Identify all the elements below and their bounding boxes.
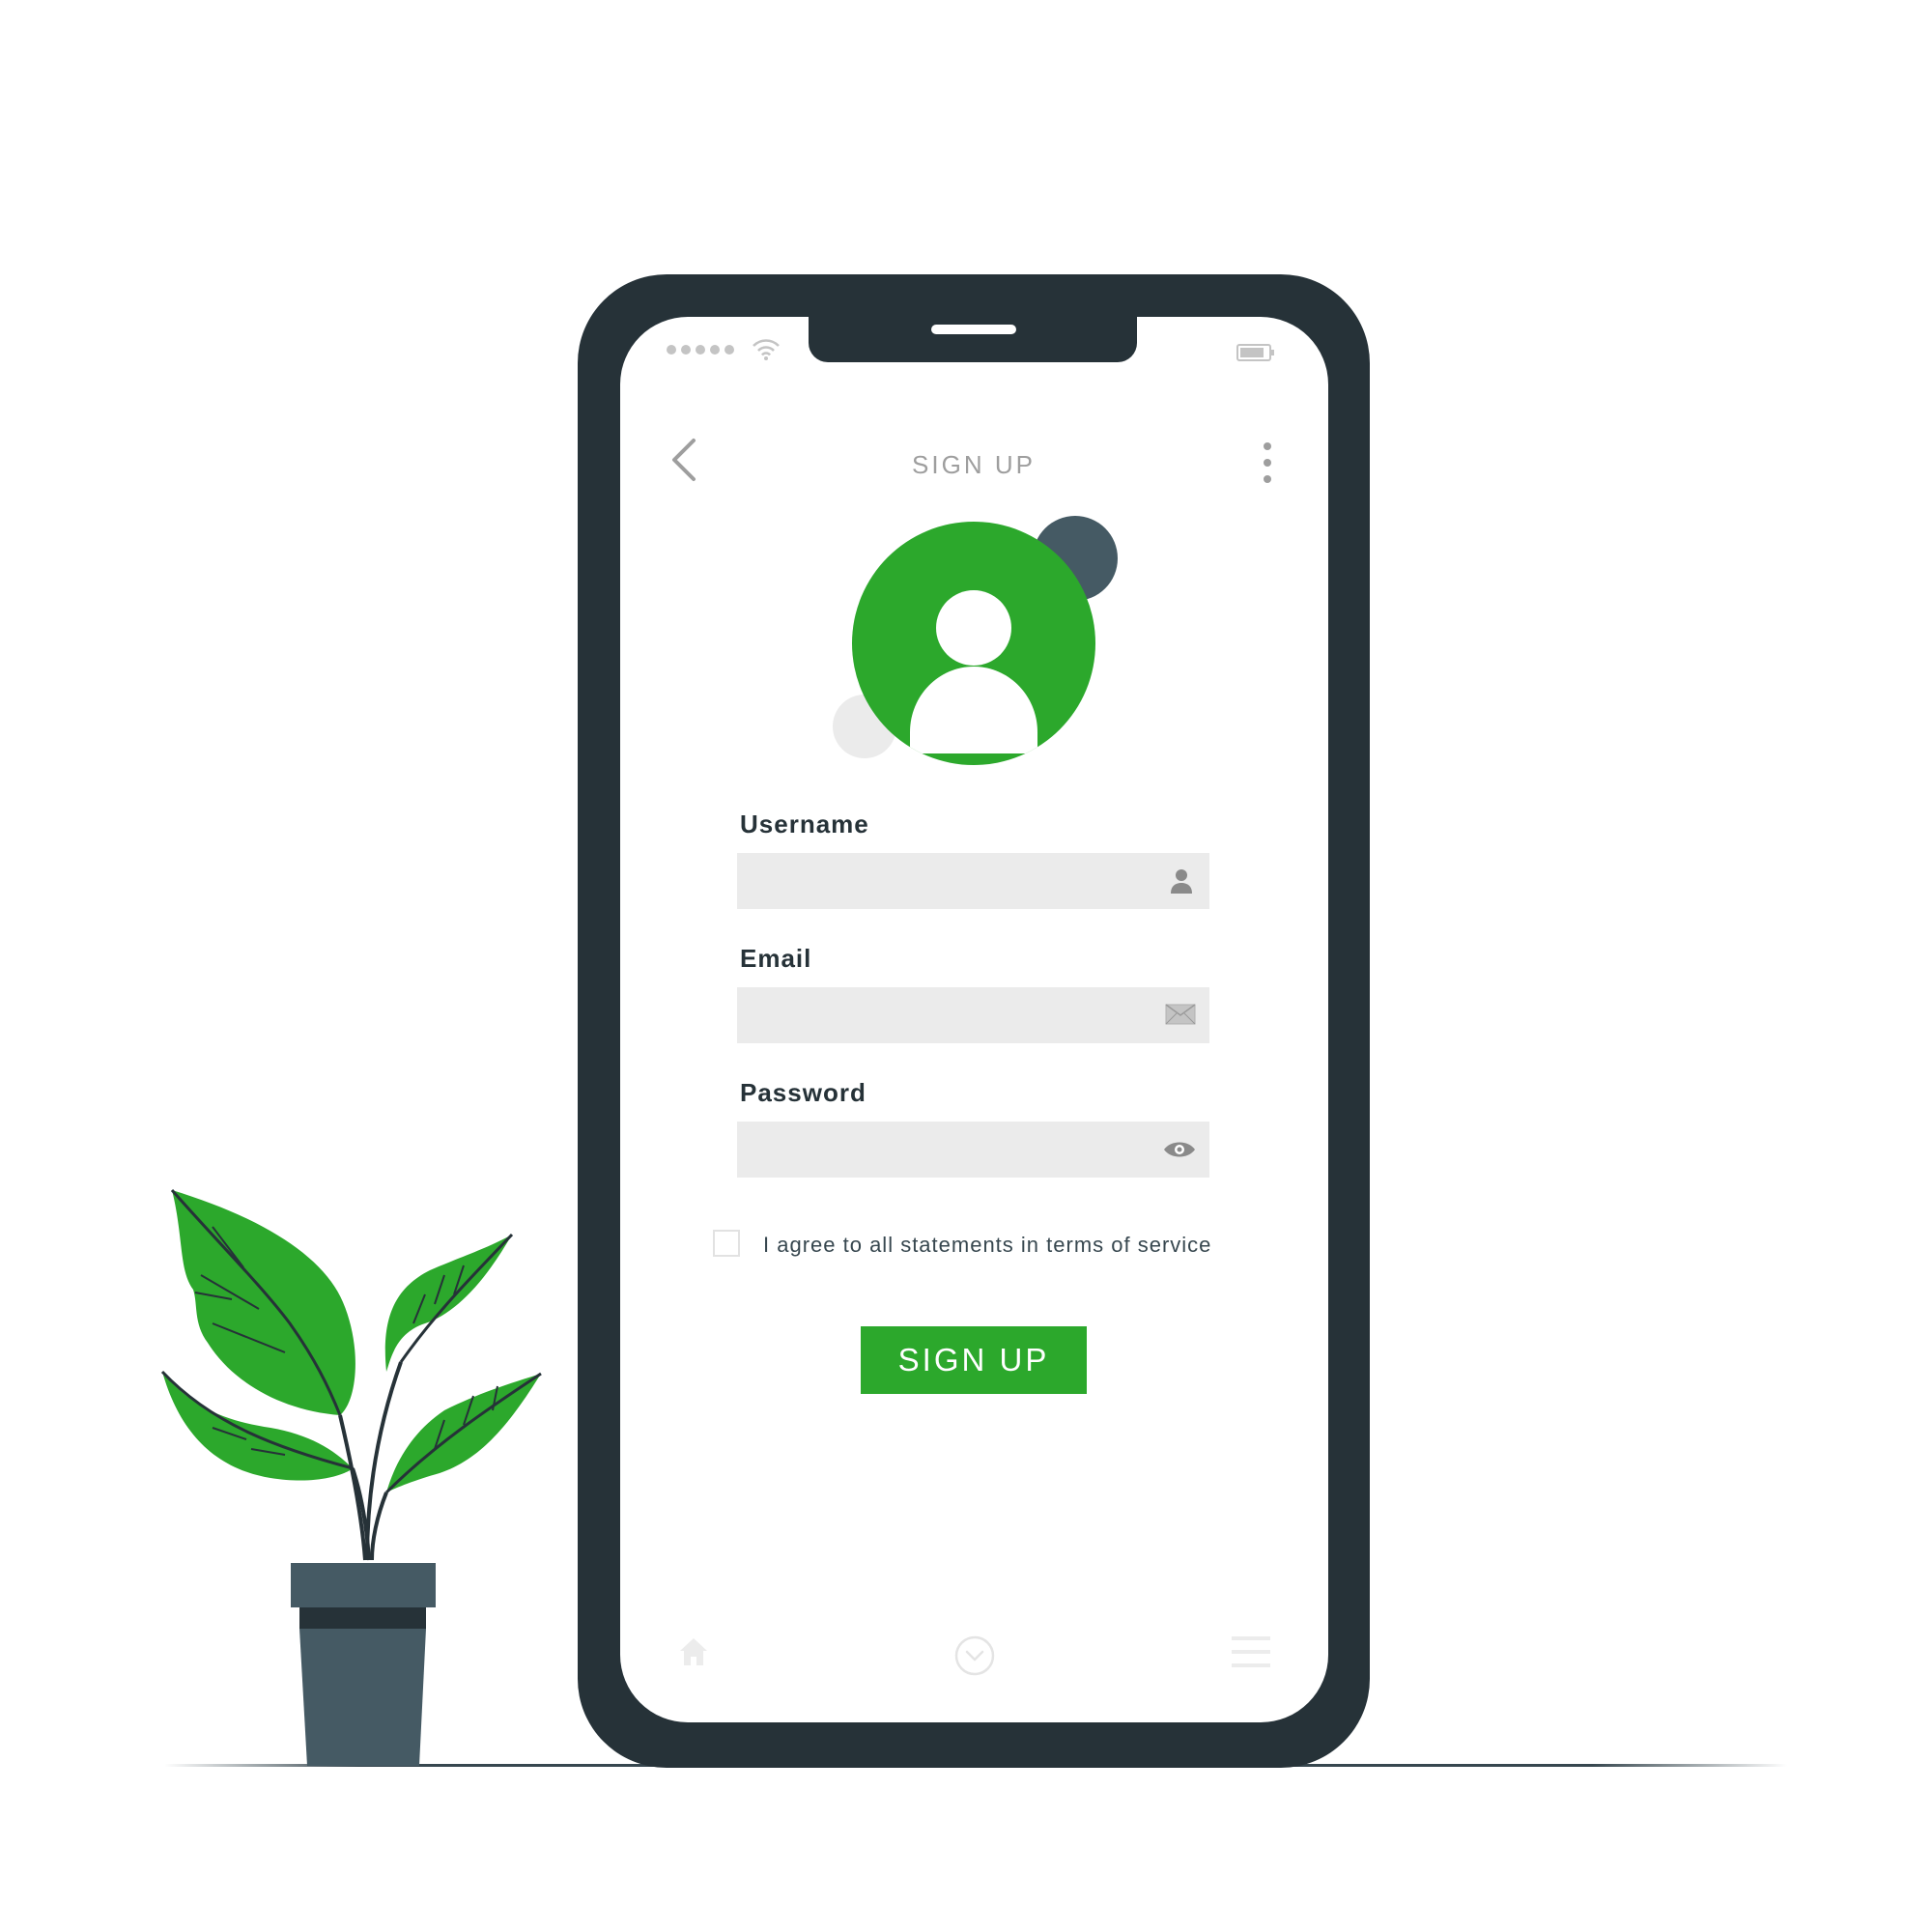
pot-body [299,1629,426,1766]
plant-leaves [160,1189,542,1494]
signal-dot [681,345,691,355]
email-input[interactable] [737,987,1209,1043]
pot-rim [291,1563,436,1607]
battery-icon [1236,344,1274,361]
wifi-icon [753,339,780,360]
signal-dot [696,345,705,355]
hamburger-menu-icon[interactable] [1232,1634,1270,1669]
more-options-button[interactable] [1256,440,1279,485]
user-icon [1171,869,1192,894]
sign-up-button[interactable]: SIGN UP [861,1326,1087,1394]
password-input[interactable] [737,1122,1209,1178]
home-icon[interactable] [679,1636,708,1667]
signal-dot [724,345,734,355]
signal-dot [710,345,720,355]
chevron-left-icon [672,439,696,481]
eye-icon[interactable] [1163,1140,1196,1159]
username-label: Username [740,810,869,838]
password-label: Password [740,1078,867,1107]
pot-band [299,1607,426,1629]
email-label: Email [740,944,812,973]
chevron-down-circle-icon[interactable] [954,1635,995,1676]
phone-notch [809,315,1137,362]
potted-plant-illustration [160,1189,542,1766]
back-button[interactable] [667,435,701,485]
user-avatar-icon[interactable] [852,522,1095,765]
terms-checkbox[interactable] [713,1230,740,1257]
username-input[interactable] [737,853,1209,909]
signal-dot [667,345,676,355]
phone-speaker [931,325,1016,334]
envelope-icon [1165,1004,1196,1025]
page-title: SIGN UP [912,450,1036,479]
vertical-dots-icon [1264,442,1271,483]
terms-label: I agree to all statements in terms of se… [763,1233,1212,1257]
